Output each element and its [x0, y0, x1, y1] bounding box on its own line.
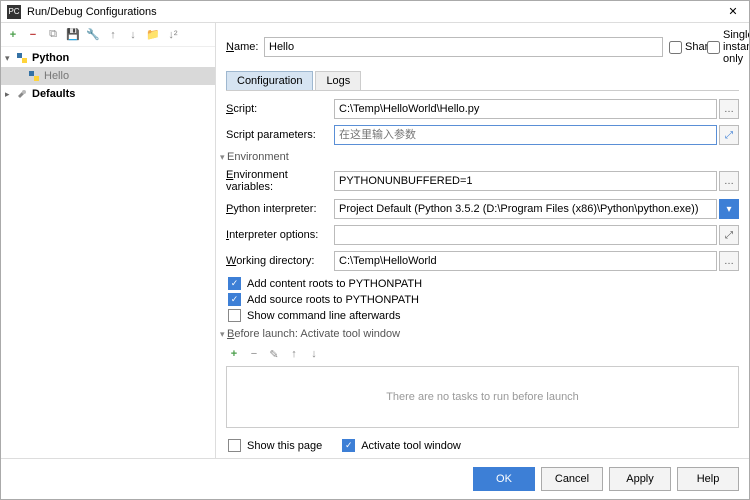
tree-node-hello[interactable]: Hello [1, 67, 215, 85]
tree-label: Hello [44, 70, 69, 82]
apply-button[interactable]: Apply [609, 467, 671, 491]
add-source-roots-checkbox[interactable]: ✓ Add source roots to PYTHONPATH [228, 293, 739, 306]
right-panel: Name: Share Single instance only Configu… [216, 23, 749, 458]
single-instance-checkbox-input[interactable] [707, 41, 720, 54]
copy-config-icon[interactable]: ⧉ [45, 27, 61, 43]
python-icon [27, 69, 41, 83]
name-row: Name: Share Single instance only [226, 29, 739, 65]
config-form: Script: … Script parameters: ⤢ Environme… [226, 91, 739, 458]
close-icon[interactable]: ✕ [723, 5, 743, 18]
cancel-button[interactable]: Cancel [541, 467, 603, 491]
environment-section[interactable]: Environment [220, 151, 739, 163]
checkbox-unchecked-icon[interactable] [228, 439, 241, 452]
interp-opts-input[interactable] [334, 225, 717, 245]
app-icon: PC [7, 5, 21, 19]
checkbox-checked-icon[interactable]: ✓ [228, 277, 241, 290]
chevron-down-icon[interactable]: ▾ [5, 53, 15, 64]
save-config-icon[interactable]: 💾 [65, 27, 81, 43]
dropdown-icon[interactable]: ▾ [719, 199, 739, 219]
tree-node-python[interactable]: ▾ Python [1, 49, 215, 67]
move-up-icon[interactable]: ↑ [105, 27, 121, 43]
chevron-right-icon[interactable]: ▸ [5, 89, 15, 100]
script-input[interactable] [334, 99, 717, 119]
edit-task-icon[interactable]: ✎ [266, 346, 282, 362]
envvars-label: Environment variables: [226, 169, 334, 193]
before-launch-toolbar: + − ✎ ↑ ↓ [226, 346, 739, 362]
add-content-roots-checkbox[interactable]: ✓ Add content roots to PYTHONPATH [228, 277, 739, 290]
move-down-icon[interactable]: ↓ [306, 346, 322, 362]
window-title: Run/Debug Configurations [27, 6, 723, 18]
dialog-footer: OK Cancel Apply Help [1, 458, 749, 499]
interpreter-select[interactable] [334, 199, 717, 219]
script-label: Script: [226, 103, 334, 115]
dialog-body: + − ⧉ 💾 🔧 ↑ ↓ 📁 ↓² ▾ Python [1, 23, 749, 458]
ok-button[interactable]: OK [473, 467, 535, 491]
interp-opts-label: Interpreter options: [226, 229, 334, 241]
browse-icon[interactable]: … [719, 171, 739, 191]
titlebar: PC Run/Debug Configurations ✕ [1, 1, 749, 23]
tree-node-defaults[interactable]: ▸ Defaults [1, 85, 215, 103]
add-task-icon[interactable]: + [226, 346, 242, 362]
envvars-input[interactable] [334, 171, 717, 191]
expand-icon[interactable]: ⤢ [719, 225, 739, 245]
tab-logs[interactable]: Logs [315, 71, 361, 90]
dialog-window: PC Run/Debug Configurations ✕ + − ⧉ 💾 🔧 … [0, 0, 750, 500]
browse-icon[interactable]: … [719, 251, 739, 271]
script-params-label: Script parameters: [226, 129, 334, 141]
show-this-page-checkbox[interactable]: Show this page [228, 439, 322, 452]
config-toolbar: + − ⧉ 💾 🔧 ↑ ↓ 📁 ↓² [1, 23, 215, 47]
share-checkbox-input[interactable] [669, 41, 682, 54]
single-instance-checkbox[interactable]: Single instance only [707, 29, 739, 65]
move-down-icon[interactable]: ↓ [125, 27, 141, 43]
name-input[interactable] [264, 37, 663, 57]
left-panel: + − ⧉ 💾 🔧 ↑ ↓ 📁 ↓² ▾ Python [1, 23, 216, 458]
interpreter-label: Python interpreter: [226, 203, 334, 215]
python-icon [15, 51, 29, 65]
sort-icon[interactable]: ↓² [165, 27, 181, 43]
show-cmdline-checkbox[interactable]: Show command line afterwards [228, 309, 739, 322]
workdir-input[interactable] [334, 251, 717, 271]
remove-task-icon[interactable]: − [246, 346, 262, 362]
before-launch-section[interactable]: Before launch: Activate tool window [220, 328, 739, 340]
script-params-input[interactable] [334, 125, 717, 145]
tree-label: Defaults [32, 88, 75, 100]
tab-configuration[interactable]: Configuration [226, 71, 313, 90]
browse-icon[interactable]: … [719, 99, 739, 119]
expand-icon[interactable]: ⤢ [719, 125, 739, 145]
activate-tool-window-checkbox[interactable]: ✓ Activate tool window [342, 439, 461, 452]
checkbox-checked-icon[interactable]: ✓ [228, 293, 241, 306]
move-up-icon[interactable]: ↑ [286, 346, 302, 362]
help-button[interactable]: Help [677, 467, 739, 491]
name-label: Name: [226, 41, 258, 53]
workdir-label: Working directory: [226, 255, 334, 267]
add-config-icon[interactable]: + [5, 27, 21, 43]
wrench-icon[interactable]: 🔧 [85, 27, 101, 43]
config-tree: ▾ Python Hello ▸ [1, 47, 215, 458]
tab-bar: Configuration Logs [226, 71, 739, 91]
folder-icon[interactable]: 📁 [145, 27, 161, 43]
before-launch-list[interactable]: There are no tasks to run before launch [226, 366, 739, 428]
remove-config-icon[interactable]: − [25, 27, 41, 43]
checkbox-checked-icon[interactable]: ✓ [342, 439, 355, 452]
checkbox-unchecked-icon[interactable] [228, 309, 241, 322]
share-checkbox[interactable]: Share [669, 41, 701, 54]
tree-label: Python [32, 52, 69, 64]
wrench-icon [15, 87, 29, 101]
